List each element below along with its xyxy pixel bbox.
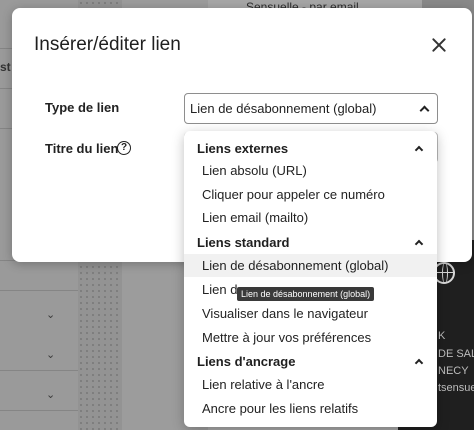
group-label: Liens externes	[197, 141, 289, 156]
option-label: Ancre pour les liens relatifs	[202, 401, 359, 416]
dialog-title: Insérer/éditer lien	[34, 34, 181, 55]
chevron-up-icon	[414, 239, 424, 249]
tooltip: Lien de désabonnement (global)	[237, 287, 375, 301]
option-label: Mettre à jour vos préférences	[202, 330, 372, 345]
background-dark-text: DE SALE	[438, 348, 474, 360]
option-unsubscribe[interactable]: Lien de désabonnement (global)	[184, 254, 437, 277]
option-mailto[interactable]: Lien email (mailto)	[184, 206, 437, 229]
option-absolute-url[interactable]: Lien absolu (URL)	[184, 159, 437, 182]
option-label: Cliquer pour appeler ce numéro	[202, 187, 385, 202]
group-header-standard[interactable]: Liens standard	[184, 231, 437, 253]
option-anchor[interactable]: Ancre pour les liens relatifs	[184, 397, 437, 420]
link-type-value: Lien de désabonnement (global)	[190, 101, 377, 116]
option-update-preferences[interactable]: Mettre à jour vos préférences	[184, 326, 437, 349]
chevron-down-icon: ⌄	[46, 309, 56, 321]
chevron-up-icon	[414, 358, 424, 368]
background-dark-text: NECY	[438, 365, 469, 377]
option-call-number[interactable]: Cliquer pour appeler ce numéro	[184, 183, 437, 206]
group-label: Liens d'ancrage	[197, 354, 296, 369]
chevron-up-icon	[414, 145, 424, 155]
background-left-tag: st	[0, 60, 11, 74]
group-header-anchor[interactable]: Liens d'ancrage	[184, 350, 437, 372]
chevron-down-icon: ⌄	[46, 349, 56, 361]
close-icon[interactable]	[430, 36, 448, 54]
group-header-external[interactable]: Liens externes	[184, 137, 437, 159]
option-anchor-relative-link[interactable]: Lien relative à l'ancre	[184, 373, 437, 396]
link-type-select[interactable]: Lien de désabonnement (global)	[184, 93, 438, 124]
link-title-label: Titre du lien	[45, 141, 119, 156]
chevron-up-icon	[419, 105, 430, 116]
background-dark-text: tsensuel	[438, 382, 474, 394]
option-label: Lien relative à l'ancre	[202, 377, 325, 392]
option-view-in-browser[interactable]: Visualiser dans le navigateur	[184, 302, 437, 325]
option-label: Visualiser dans le navigateur	[202, 306, 368, 321]
link-type-dropdown: Liens externes Lien absolu (URL) Cliquer…	[184, 131, 437, 427]
help-icon[interactable]: ?	[117, 141, 131, 155]
background-dark-text: K	[438, 330, 446, 342]
chevron-down-icon: ⌄	[46, 389, 56, 401]
group-label: Liens standard	[197, 235, 290, 250]
option-label: Lien absolu (URL)	[202, 163, 307, 178]
link-type-label: Type de lien	[45, 100, 120, 115]
option-label: Lien d	[202, 282, 238, 297]
option-label: Lien email (mailto)	[202, 210, 309, 225]
option-label: Lien de désabonnement (global)	[202, 258, 389, 273]
